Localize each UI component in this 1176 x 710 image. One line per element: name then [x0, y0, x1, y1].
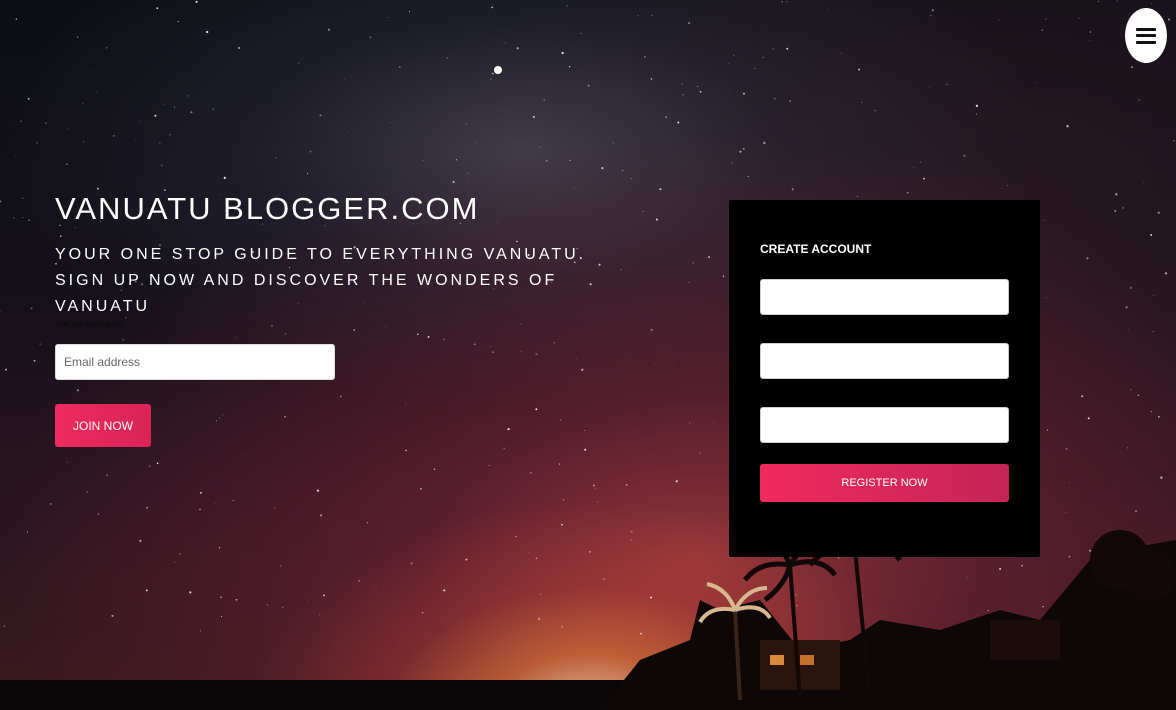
name-field[interactable]: [760, 279, 1009, 315]
menu-button[interactable]: [1125, 8, 1167, 63]
join-now-button[interactable]: JOIN NOW: [55, 404, 151, 447]
site-title: VANUATU BLOGGER.COM: [55, 191, 480, 226]
tagline: YOUR ONE STOP GUIDE TO EVERYTHING VANUAT…: [55, 246, 587, 315]
hero-section: VANUATU BLOGGER.COM YOUR ONE STOP GUIDE …: [55, 190, 655, 447]
page: VANUATU BLOGGER.COM YOUR ONE STOP GUIDE …: [0, 0, 1176, 710]
mailing-list-label: Join our mailing list: [55, 320, 124, 329]
create-account-title: CREATE ACCOUNT: [760, 242, 872, 256]
password-field[interactable]: [760, 407, 1009, 443]
create-account-panel: CREATE ACCOUNT REGISTER NOW: [729, 200, 1040, 557]
email-input[interactable]: [55, 344, 335, 380]
email-field[interactable]: [760, 343, 1009, 379]
register-now-button[interactable]: REGISTER NOW: [760, 464, 1009, 502]
hamburger-menu-icon: [1136, 27, 1156, 44]
